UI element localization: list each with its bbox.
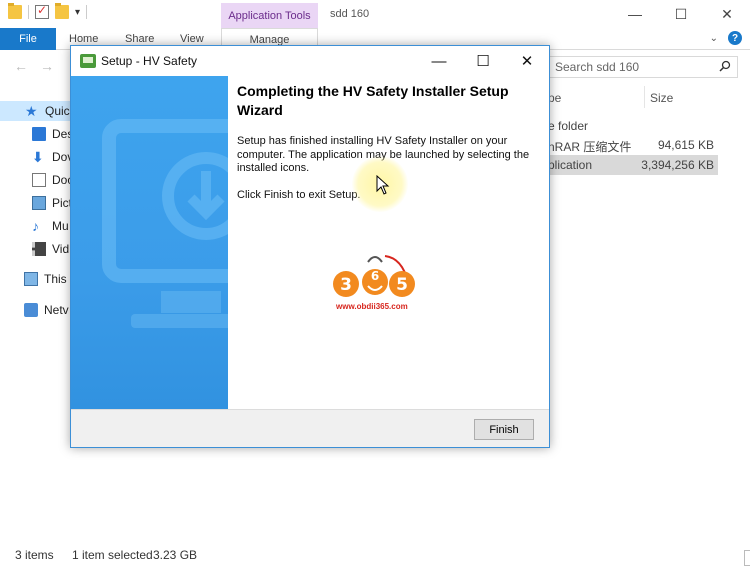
- setup-dialog: Setup - HV Safety — ☐ ✕ Completing the H…: [70, 45, 550, 448]
- ribbon-right-controls: ⌄ ?: [710, 31, 742, 45]
- minimize-icon[interactable]: —: [612, 0, 658, 28]
- star-icon: ★: [25, 103, 38, 119]
- sidebar-item-network[interactable]: Netv: [24, 300, 69, 320]
- status-item-count: 3 items: [15, 548, 54, 562]
- file-size: 94,615 KB: [657, 138, 714, 152]
- new-folder-icon[interactable]: [55, 3, 69, 19]
- forward-arrow-icon[interactable]: →: [40, 58, 54, 74]
- tab-view[interactable]: View: [180, 33, 204, 45]
- dialog-titlebar: Setup - HV Safety — ☐ ✕: [71, 46, 549, 76]
- navigation-pane: ★ Quic Des ⬇ Dov Doc Pict ♪ Mu Vid This …: [0, 96, 73, 536]
- film-icon: [32, 242, 46, 256]
- maximize-icon[interactable]: ☐: [658, 0, 704, 28]
- sidebar-item-this-pc[interactable]: This: [24, 269, 67, 289]
- picture-icon: [32, 196, 46, 210]
- expand-ribbon-chevron-icon[interactable]: ⌄: [710, 33, 718, 44]
- file-row-selected[interactable]: plication 3,394,256 KB: [548, 155, 718, 175]
- tab-file[interactable]: File: [0, 28, 56, 50]
- explorer-window-controls: — ☐ ✕: [612, 0, 750, 28]
- mouse-pointer-icon: [376, 175, 390, 195]
- desktop-icon: [32, 127, 46, 141]
- search-box[interactable]: [548, 56, 738, 78]
- logo-digit: 5: [396, 275, 408, 295]
- file-size: 3,394,256 KB: [641, 158, 714, 172]
- status-selection-size: 3.23 GB: [153, 548, 198, 562]
- tab-share[interactable]: Share: [125, 33, 154, 45]
- status-bar: 3 items 1 item selected 3.23 GB: [0, 544, 750, 566]
- wizard-content: Completing the HV Safety Installer Setup…: [228, 76, 549, 409]
- finish-button[interactable]: Finish: [474, 419, 534, 440]
- download-icon: ⬇: [32, 149, 44, 165]
- sidebar-item-documents[interactable]: Doc: [32, 170, 73, 190]
- computer-icon: [24, 272, 38, 286]
- sidebar-item-desktop[interactable]: Des: [32, 124, 73, 144]
- application-tools-context-tab: Application Tools: [221, 3, 318, 28]
- search-input[interactable]: [549, 57, 709, 77]
- large-icons-view-icon[interactable]: [744, 550, 750, 566]
- explorer-window-title: sdd 160: [330, 8, 370, 20]
- toolbar-divider: [28, 5, 29, 19]
- sidebar-item-label: Pict: [52, 196, 73, 210]
- dialog-footer: Finish: [71, 409, 549, 447]
- dialog-window-controls: — ☐ ✕: [417, 46, 549, 76]
- logo-digit: 3: [340, 275, 352, 295]
- close-icon[interactable]: ✕: [505, 46, 549, 76]
- search-icon[interactable]: [719, 60, 731, 72]
- sidebar-item-label: Netv: [44, 303, 69, 317]
- sidebar-item-label: Quic: [45, 104, 70, 118]
- wizard-banner-image: [71, 76, 228, 409]
- sidebar-item-quick-access[interactable]: ★ Quic: [0, 101, 70, 121]
- column-divider[interactable]: [644, 86, 645, 108]
- document-icon: [32, 173, 46, 187]
- sidebar-item-music[interactable]: ♪ Mu: [32, 216, 69, 236]
- dialog-title: Setup - HV Safety: [101, 54, 198, 68]
- watermark-url: www.obdii365.com: [336, 302, 408, 311]
- sidebar-item-videos[interactable]: Vid: [32, 239, 69, 259]
- monitor-download-icon: [102, 119, 228, 328]
- sidebar-item-downloads[interactable]: ⬇ Dov: [32, 147, 73, 167]
- back-arrow-icon[interactable]: ←: [14, 58, 28, 74]
- setup-app-icon: [80, 54, 96, 68]
- file-row[interactable]: nRAR 压缩文件 94,615 KB: [548, 135, 718, 155]
- column-header-type[interactable]: pe: [548, 91, 561, 105]
- music-note-icon: ♪: [32, 218, 39, 234]
- folder-icon[interactable]: [8, 3, 22, 19]
- close-icon[interactable]: ✕: [704, 0, 750, 28]
- explorer-titlebar: ▾ Application Tools sdd 160 — ☐ ✕: [0, 0, 750, 28]
- network-icon: [24, 303, 38, 317]
- wizard-exit-instruction: Click Finish to exit Setup.: [237, 189, 361, 201]
- column-header-size[interactable]: Size: [650, 91, 673, 105]
- maximize-icon[interactable]: ☐: [461, 46, 505, 76]
- tab-home[interactable]: Home: [69, 33, 98, 45]
- quick-access-toolbar: ▾: [8, 3, 88, 19]
- file-type: plication: [548, 158, 593, 172]
- file-list-header: pe Size: [548, 86, 750, 108]
- customize-toolbar-chevron-icon[interactable]: ▾: [75, 7, 80, 18]
- file-type: nRAR 压缩文件: [548, 140, 632, 154]
- file-type: e folder: [548, 119, 589, 133]
- minimize-icon[interactable]: —: [417, 46, 461, 76]
- properties-icon[interactable]: [35, 3, 49, 19]
- help-icon[interactable]: ?: [728, 31, 742, 45]
- wizard-heading: Completing the HV Safety Installer Setup…: [237, 83, 509, 118]
- logo-digit: 6: [371, 269, 379, 283]
- sidebar-item-pictures[interactable]: Pict: [32, 193, 72, 213]
- file-row[interactable]: e folder: [548, 116, 718, 136]
- sidebar-item-label: Vid: [52, 242, 70, 256]
- sidebar-item-label: This: [44, 272, 67, 286]
- sidebar-item-label: Mu: [52, 219, 69, 233]
- toolbar-divider: [86, 5, 88, 19]
- status-selection: 1 item selected: [72, 548, 153, 562]
